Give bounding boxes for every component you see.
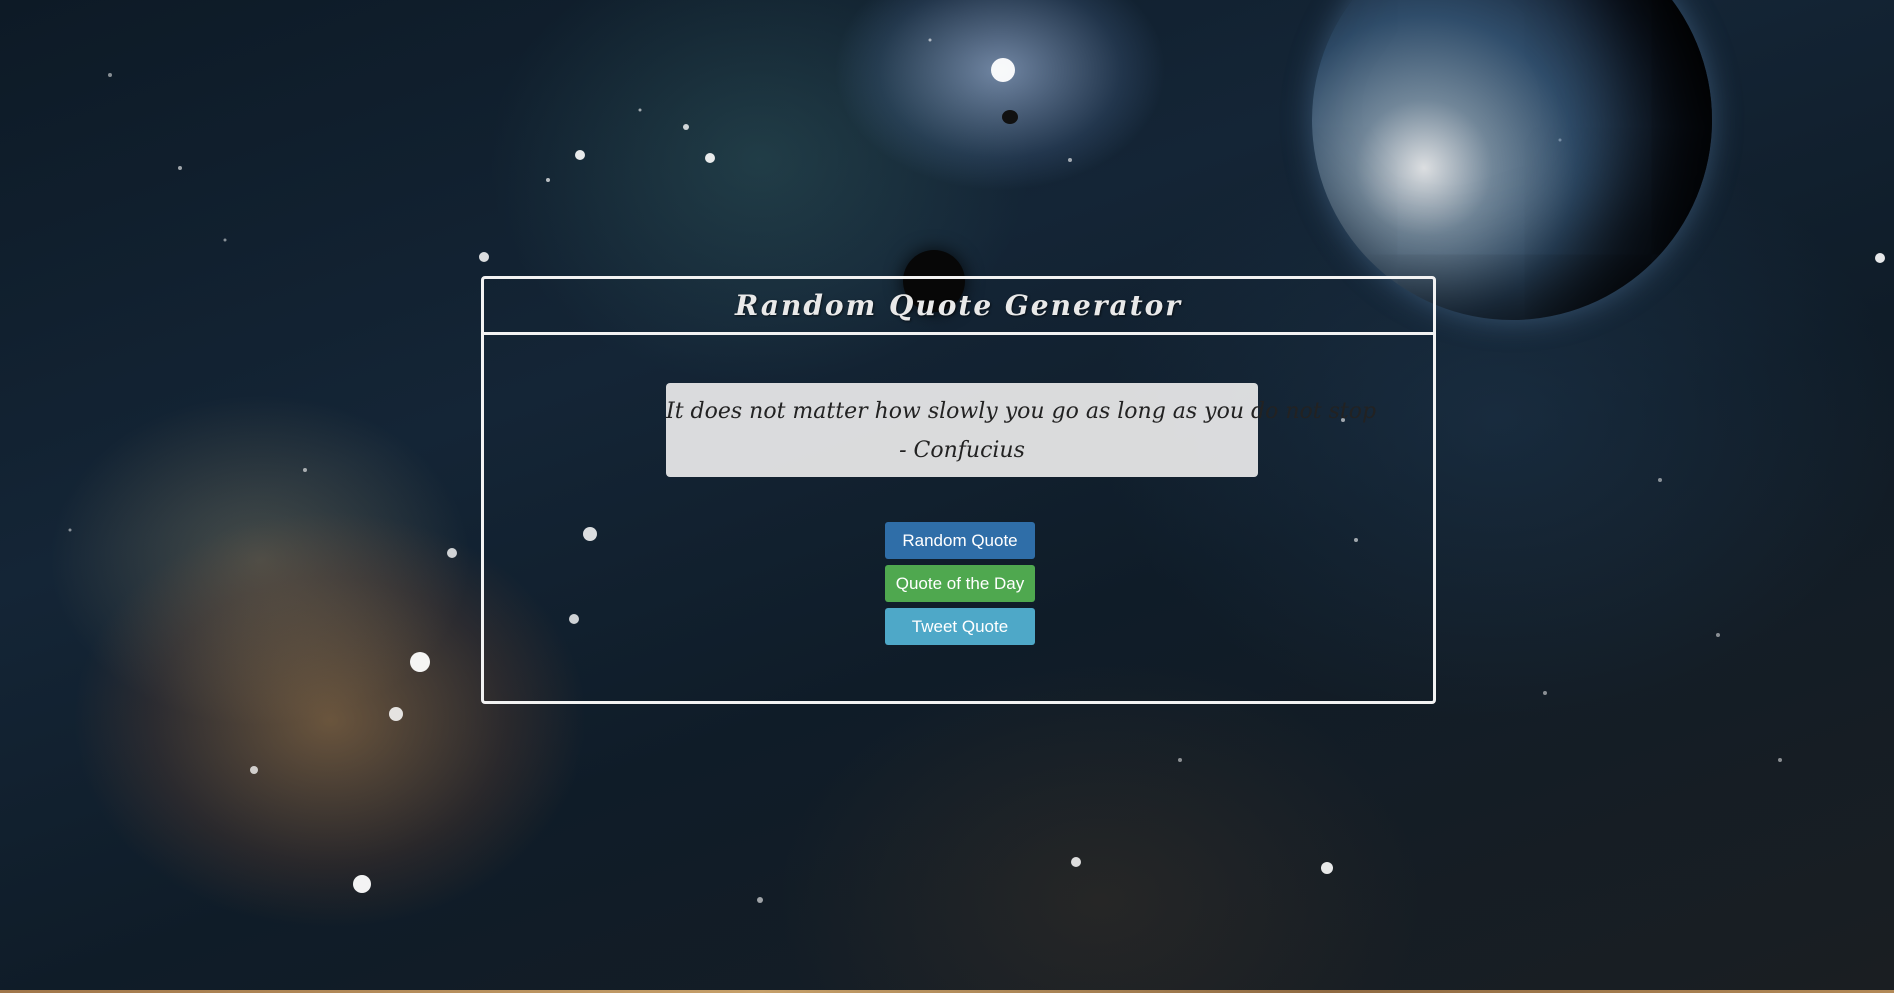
- small-dark-moon: [1002, 110, 1018, 124]
- quote-box: It does not matter how slowly you go as …: [666, 383, 1377, 477]
- tweet-quote-button[interactable]: Tweet Quote: [885, 608, 1035, 645]
- page-title: Random Quote Generator: [734, 289, 1183, 322]
- quote-author: - Confucius: [899, 438, 1025, 463]
- quote-of-the-day-button[interactable]: Quote of the Day: [885, 565, 1035, 602]
- quote-panel: Random Quote Generator It does not matte…: [481, 276, 1436, 704]
- quote-text: It does not matter how slowly you go as …: [666, 399, 1377, 424]
- random-quote-button[interactable]: Random Quote: [885, 522, 1035, 559]
- planet-image: [1312, 0, 1712, 320]
- panel-header: Random Quote Generator: [484, 279, 1433, 335]
